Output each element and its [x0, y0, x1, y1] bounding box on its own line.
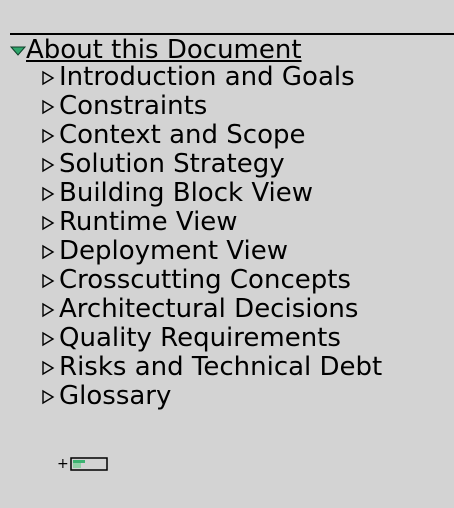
- child-node-label[interactable]: Deployment View: [59, 237, 288, 266]
- child-node-label[interactable]: Quality Requirements: [59, 324, 341, 353]
- triangle-right-collapsed-icon[interactable]: [40, 242, 56, 262]
- root-node-row[interactable]: About this Document: [10, 33, 454, 65]
- triangle-right-collapsed-icon[interactable]: [40, 126, 56, 146]
- root-node-label[interactable]: About this Document: [26, 35, 302, 65]
- child-node-deployment-view[interactable]: Deployment View: [40, 237, 454, 266]
- triangle-right-collapsed-icon[interactable]: [40, 300, 56, 320]
- new-node-icon[interactable]: [69, 455, 110, 473]
- child-node-risks-and-technical-debt[interactable]: Risks and Technical Debt: [40, 353, 454, 382]
- child-node-context-and-scope[interactable]: Context and Scope: [40, 121, 454, 150]
- child-node-label[interactable]: Constraints: [59, 92, 207, 121]
- triangle-right-collapsed-icon[interactable]: [40, 155, 56, 175]
- child-node-label[interactable]: Building Block View: [59, 179, 313, 208]
- child-node-introduction-and-goals[interactable]: Introduction and Goals: [40, 63, 454, 92]
- child-node-label[interactable]: Crosscutting Concepts: [59, 266, 351, 295]
- child-node-constraints[interactable]: Constraints: [40, 92, 454, 121]
- child-node-label[interactable]: Glossary: [59, 382, 171, 411]
- child-node-glossary[interactable]: Glossary: [40, 382, 454, 411]
- child-node-solution-strategy[interactable]: Solution Strategy: [40, 150, 454, 179]
- triangle-right-collapsed-icon[interactable]: [40, 184, 56, 204]
- triangle-right-collapsed-icon[interactable]: [40, 271, 56, 291]
- triangle-right-collapsed-icon[interactable]: [40, 387, 56, 407]
- child-node-crosscutting-concepts[interactable]: Crosscutting Concepts: [40, 266, 454, 295]
- child-node-label[interactable]: Runtime View: [59, 208, 238, 237]
- child-node-architectural-decisions[interactable]: Architectural Decisions: [40, 295, 454, 324]
- triangle-right-collapsed-icon[interactable]: [40, 358, 56, 378]
- outline-tree: About this Document Introduction and Goa…: [0, 0, 454, 508]
- child-node-building-block-view[interactable]: Building Block View: [40, 179, 454, 208]
- child-node-label[interactable]: Context and Scope: [59, 121, 306, 150]
- child-node-label[interactable]: Architectural Decisions: [59, 295, 358, 324]
- triangle-right-collapsed-icon[interactable]: [40, 68, 56, 88]
- triangle-down-expanded-icon[interactable]: [10, 45, 26, 57]
- triangle-right-collapsed-icon[interactable]: [40, 213, 56, 233]
- root-node-link[interactable]: About this Document: [10, 35, 302, 65]
- child-node-list: Introduction and Goals Constraints Conte…: [40, 63, 454, 411]
- child-node-quality-requirements[interactable]: Quality Requirements: [40, 324, 454, 353]
- child-node-runtime-view[interactable]: Runtime View: [40, 208, 454, 237]
- child-node-label[interactable]: Solution Strategy: [59, 150, 285, 179]
- add-child-node-button[interactable]: +: [57, 454, 110, 474]
- add-plus-label[interactable]: +: [57, 457, 69, 471]
- child-node-label[interactable]: Risks and Technical Debt: [59, 353, 382, 382]
- triangle-right-collapsed-icon[interactable]: [40, 97, 56, 117]
- triangle-right-collapsed-icon[interactable]: [40, 329, 56, 349]
- child-node-label[interactable]: Introduction and Goals: [59, 63, 355, 92]
